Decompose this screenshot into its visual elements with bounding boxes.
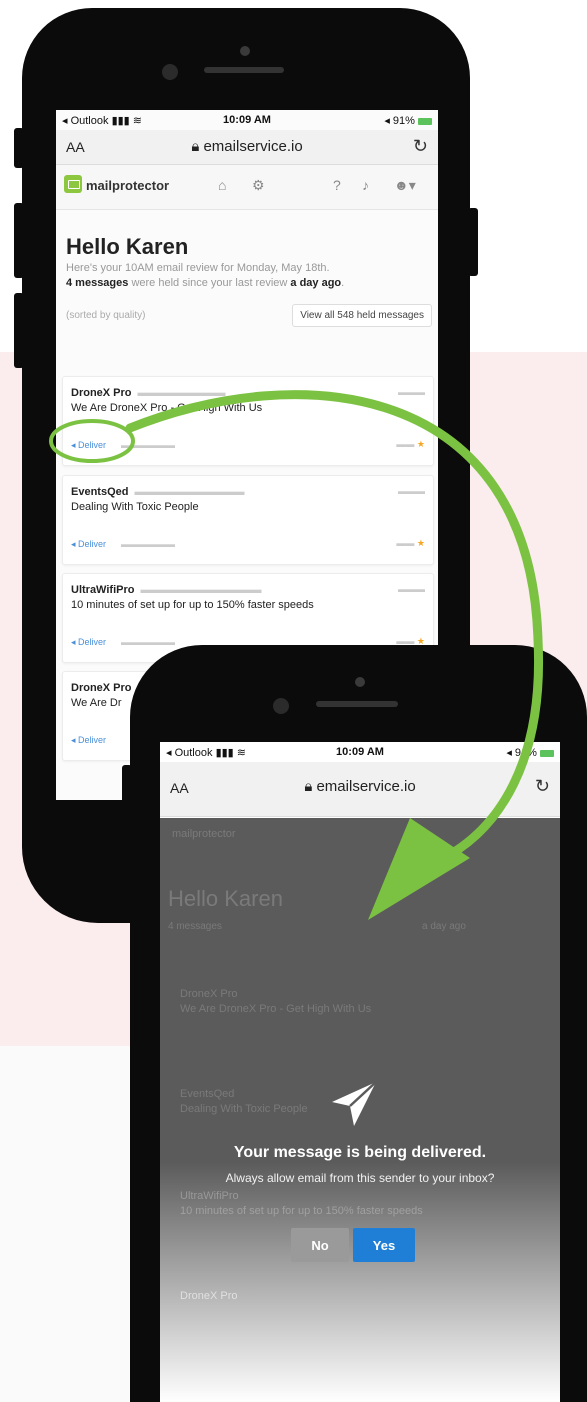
message-sender-dimmed: DroneX Pro bbox=[180, 988, 238, 1000]
yes-button[interactable]: Yes bbox=[353, 1228, 415, 1262]
power-button bbox=[468, 208, 478, 276]
message-sender-dimmed: EventsQed bbox=[180, 1088, 235, 1100]
message-card[interactable]: DroneX Pro ▬▬▬▬▬▬▬▬ ▬▬▬ We Are DroneX Pro… bbox=[62, 376, 434, 466]
deliver-button[interactable]: ◂ Deliver bbox=[71, 735, 106, 746]
paper-plane-icon: ◂ bbox=[71, 735, 76, 745]
message-subject: Dealing With Toxic People bbox=[71, 501, 199, 513]
clock: 10:09 AM bbox=[336, 746, 384, 758]
message-time-redacted: ▬▬▬ bbox=[398, 584, 425, 594]
quality-rating: ▬▬ ★ bbox=[396, 538, 425, 548]
review-subtitle: Here's your 10AM email review for Monday… bbox=[66, 262, 330, 274]
message-subject-dimmed: Dealing With Toxic People bbox=[180, 1103, 308, 1115]
since-dimmed: a day ago bbox=[422, 921, 466, 932]
front-camera bbox=[273, 698, 289, 714]
help-icon[interactable]: ? bbox=[333, 177, 341, 193]
no-button[interactable]: No bbox=[291, 1228, 349, 1262]
allow-button-redacted[interactable]: ▬▬▬▬▬▬ bbox=[121, 637, 175, 647]
bottom-fade bbox=[160, 1162, 560, 1402]
page-title: Hello Karen bbox=[66, 234, 189, 259]
quality-rating: ▬▬ ★ bbox=[396, 439, 425, 449]
message-subject: We Are Dr bbox=[71, 697, 122, 709]
earpiece-speaker bbox=[204, 67, 284, 73]
browser-address-bar[interactable]: AA 🔒︎ emailservice.io ↻ bbox=[56, 130, 438, 165]
paper-plane-icon bbox=[332, 1081, 377, 1126]
message-card[interactable]: EventsQed ▬▬▬▬▬▬▬▬▬▬ ▬▬▬ Dealing With Tox… bbox=[62, 475, 434, 565]
held-count-dimmed: 4 messages bbox=[168, 921, 222, 932]
battery-label: ◂ 91% bbox=[384, 114, 432, 127]
brand-name-dimmed: mailprotector bbox=[172, 828, 236, 840]
browser-address-bar[interactable]: AA 🔒︎ emailservice.io ↻ bbox=[160, 762, 560, 817]
gear-icon[interactable]: ⚙ bbox=[252, 177, 265, 194]
message-sender: UltraWifiPro bbox=[71, 584, 135, 596]
proximity-sensor bbox=[240, 46, 250, 56]
front-camera bbox=[162, 64, 178, 80]
status-bar: ◂ Outlook ▮▮▮ ≋ 10:09 AM ◂ 91% bbox=[160, 742, 560, 762]
bell-icon[interactable]: ♪ bbox=[362, 177, 369, 193]
mute-switch bbox=[122, 765, 132, 805]
sort-label: (sorted by quality) bbox=[66, 310, 146, 321]
volume-down-button bbox=[14, 293, 24, 368]
user-menu-icon[interactable]: ☻▾ bbox=[394, 177, 416, 194]
mute-switch bbox=[14, 128, 24, 168]
message-subject: We Are DroneX Pro - Get High With Us bbox=[71, 402, 263, 414]
message-sender: DroneX Pro bbox=[71, 387, 132, 399]
deliver-button[interactable]: ◂ Deliver bbox=[71, 539, 106, 550]
paper-plane-icon: ◂ bbox=[71, 440, 76, 450]
allow-button-redacted[interactable]: ▬▬▬▬▬▬ bbox=[121, 440, 175, 450]
mailprotector-logo-icon bbox=[64, 175, 82, 193]
modal-backdrop[interactable]: mailprotector Hello Karen 4 messages a d… bbox=[160, 818, 560, 1402]
url-display[interactable]: 🔒︎ emailservice.io bbox=[56, 138, 438, 155]
deliver-button[interactable]: ◂ Deliver bbox=[71, 440, 106, 451]
url-display[interactable]: 🔒︎ emailservice.io bbox=[160, 778, 560, 795]
paper-plane-icon: ◂ bbox=[71, 539, 76, 549]
brand-name: mailprotector bbox=[86, 178, 170, 193]
delivery-message: Your message is being delivered. bbox=[233, 1144, 487, 1161]
message-time-redacted: ▬▬▬ bbox=[398, 486, 425, 496]
sender-email-redacted: ▬▬▬▬▬▬▬▬ bbox=[137, 387, 226, 399]
view-all-button[interactable]: View all 548 held messages bbox=[292, 304, 432, 327]
message-sender: DroneX Pro bbox=[71, 682, 132, 694]
lock-icon: 🔒︎ bbox=[304, 778, 313, 795]
battery-icon bbox=[540, 749, 554, 757]
status-bar: ◂ Outlook ▮▮▮ ≋ 10:09 AM ◂ 91% bbox=[56, 110, 438, 130]
earpiece-speaker bbox=[316, 701, 398, 707]
page-title-dimmed: Hello Karen bbox=[168, 886, 283, 911]
held-summary: 4 messages were held since your last rev… bbox=[66, 277, 345, 289]
deliver-button[interactable]: ◂ Deliver bbox=[71, 637, 106, 648]
allow-sender-question: Always allow email from this sender to y… bbox=[225, 1171, 495, 1185]
message-subject-dimmed: We Are DroneX Pro - Get High With Us bbox=[180, 1003, 372, 1015]
sender-email-redacted: ▬▬▬▬▬▬▬▬▬▬▬ bbox=[140, 584, 262, 596]
app-header: mailprotector ⌂ ⚙ ? ♪ ☻▾ bbox=[56, 165, 438, 210]
paper-plane-icon: ◂ bbox=[71, 637, 76, 647]
message-subject: 10 minutes of set up for up to 150% fast… bbox=[71, 599, 314, 611]
battery-icon bbox=[418, 117, 432, 125]
inbox-icon[interactable]: ⌂ bbox=[218, 177, 226, 193]
clock: 10:09 AM bbox=[223, 114, 271, 126]
reload-icon[interactable]: ↻ bbox=[535, 776, 550, 797]
message-sender: EventsQed bbox=[71, 486, 129, 498]
proximity-sensor bbox=[355, 677, 365, 687]
volume-up-button bbox=[14, 203, 24, 278]
sender-email-redacted: ▬▬▬▬▬▬▬▬▬▬ bbox=[134, 486, 245, 498]
phone-after: ◂ Outlook ▮▮▮ ≋ 10:09 AM ◂ 91% AA 🔒︎ ema… bbox=[122, 645, 587, 1402]
allow-button-redacted[interactable]: ▬▬▬▬▬▬ bbox=[121, 539, 175, 549]
screen-after: ◂ Outlook ▮▮▮ ≋ 10:09 AM ◂ 91% AA 🔒︎ ema… bbox=[160, 742, 560, 1402]
reload-icon[interactable]: ↻ bbox=[413, 136, 428, 157]
lock-icon: 🔒︎ bbox=[191, 138, 200, 155]
volume-up-button bbox=[122, 825, 132, 900]
battery-label: ◂ 91% bbox=[506, 746, 554, 759]
message-time-redacted: ▬▬▬ bbox=[398, 387, 425, 397]
